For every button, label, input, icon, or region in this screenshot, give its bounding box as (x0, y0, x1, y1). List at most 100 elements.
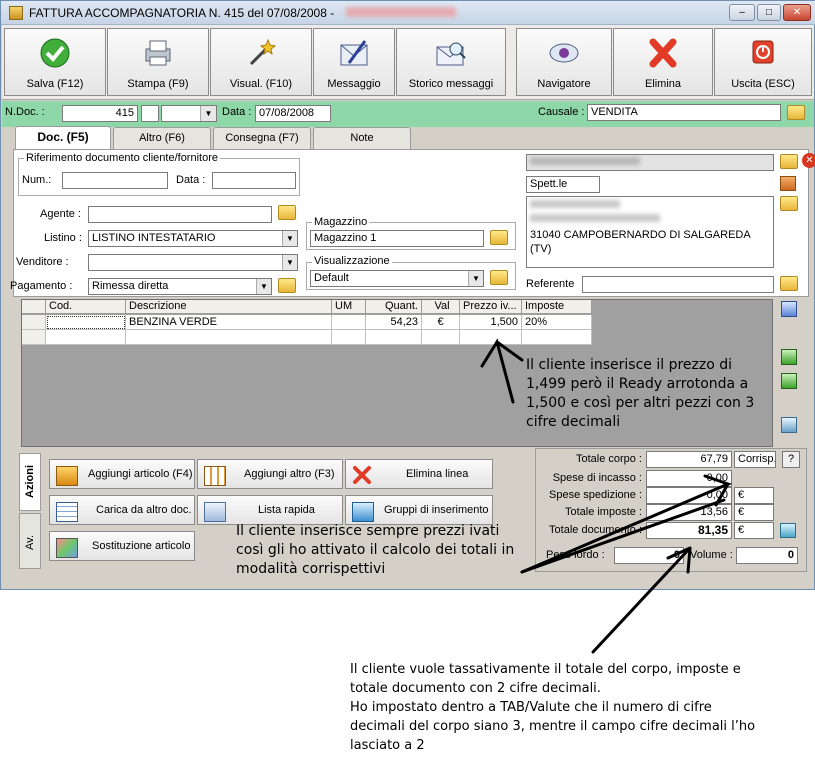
navigator-button[interactable]: Navigatore (516, 28, 612, 96)
address-folder-icon[interactable] (780, 196, 798, 211)
help-button[interactable]: ? (782, 451, 800, 468)
listino-select[interactable]: LISTINO INTESTATARIO (88, 230, 298, 247)
pagamento-folder-icon[interactable] (278, 278, 296, 293)
preview-button[interactable]: Visual. (F10) (210, 28, 312, 96)
table-cell-cod[interactable] (46, 330, 126, 345)
annotation-line: lasciato a 2 (350, 738, 425, 753)
print-button[interactable]: Stampa (F9) (107, 28, 209, 96)
table-row-selector[interactable] (22, 315, 46, 330)
tab-altro[interactable]: Altro (F6) (113, 127, 211, 149)
folder-icon[interactable] (787, 105, 805, 120)
table-cell-val[interactable] (422, 330, 460, 345)
grid-header-prezzo[interactable]: Prezzo iv... (460, 300, 522, 314)
add-item-button[interactable]: Aggiungi articolo (F4) (49, 459, 195, 489)
magazzino-folder-icon[interactable] (490, 230, 508, 245)
spese-spedizione-field[interactable]: 0,00 (646, 487, 732, 504)
pagamento-select[interactable]: Rimessa diretta (88, 278, 272, 295)
referente-field[interactable] (582, 276, 774, 293)
tab-consegna[interactable]: Consegna (F7) (213, 127, 311, 149)
table-cell-val[interactable]: € (422, 315, 460, 330)
venditore-select[interactable] (88, 254, 298, 271)
table-cell-quant[interactable]: 54,23 (366, 315, 422, 330)
table-cell-cod[interactable] (46, 315, 126, 330)
visualizzazione-folder-icon[interactable] (490, 270, 508, 285)
tab-av[interactable]: Av. (19, 513, 41, 569)
address-box[interactable]: 31040 CAMPOBERNARDO DI SALGAREDA (TV) (526, 196, 774, 268)
row-up-icon[interactable] (781, 349, 797, 365)
load-from-doc-button[interactable]: Carica da altro doc. (49, 495, 195, 525)
table-cell-um[interactable] (332, 315, 366, 330)
grid-header-quant[interactable]: Quant. (366, 300, 422, 314)
printer-icon (145, 40, 171, 66)
annotation-decimals: Il cliente vuole tassativamente il total… (350, 660, 755, 755)
ndoc-series-select[interactable]: ▼ (161, 105, 217, 122)
save-button[interactable]: Salva (F12) (4, 28, 106, 96)
close-button[interactable]: ✕ (783, 4, 811, 21)
table-cell-prezzo[interactable] (460, 330, 522, 345)
totale-documento-currency: € (734, 522, 774, 539)
table-row-selector[interactable] (22, 330, 46, 345)
customer-folder-icon[interactable] (780, 154, 798, 169)
visualizzazione-chevron-down-icon[interactable]: ▼ (468, 271, 483, 286)
totals-panel: Totale corpo : 67,79 Corrisp. ? Spese di… (535, 448, 807, 572)
ref-date-field[interactable] (212, 172, 296, 189)
spese-incasso-field[interactable]: 0,00 (646, 470, 732, 487)
row-down-icon[interactable] (781, 373, 797, 389)
minimize-button[interactable]: – (729, 4, 755, 21)
peso-lordo-field[interactable]: 0 (614, 547, 684, 564)
grid-header-um[interactable]: UM (332, 300, 366, 314)
magazzino-field[interactable]: Magazzino 1 (310, 230, 484, 247)
address-blurred-line-1 (530, 200, 620, 208)
table-cell-imposte[interactable] (522, 330, 592, 345)
maximize-button[interactable]: □ (757, 4, 781, 21)
delete-line-button[interactable]: Elimina linea (345, 459, 493, 489)
num-field[interactable] (62, 172, 168, 189)
volume-field[interactable]: 0 (736, 547, 798, 564)
tab-doc[interactable]: Doc. (F5) (15, 126, 111, 150)
annotation-line: decimali del corpo siano 3, mentre il ca… (350, 719, 756, 734)
message-button[interactable]: Messaggio (313, 28, 395, 96)
message-history-button[interactable]: Storico messaggi (396, 28, 506, 96)
table-cell-prezzo[interactable]: 1,500 (460, 315, 522, 330)
visualizzazione-select[interactable]: Default (310, 270, 484, 287)
person-icon[interactable] (780, 176, 796, 191)
calculator-icon[interactable] (780, 523, 796, 538)
table-cell-descrizione[interactable] (126, 330, 332, 345)
totale-documento-label: Totale documento : (549, 524, 642, 536)
table-cell-imposte[interactable]: 20% (522, 315, 592, 330)
clear-customer-icon[interactable]: ✕ (802, 153, 815, 168)
tab-av-label: Av. (24, 535, 36, 550)
causale-label: Causale : (538, 106, 585, 118)
table-cell-descrizione[interactable]: BENZINA VERDE (126, 315, 332, 330)
venditore-chevron-down-icon[interactable]: ▼ (282, 255, 297, 270)
refresh-icon[interactable] (781, 417, 797, 433)
grid-header-cod[interactable]: Cod. (46, 300, 126, 314)
delete-button[interactable]: Elimina (613, 28, 713, 96)
grid-header-val[interactable]: Val (422, 300, 460, 314)
tab-azioni[interactable]: Azioni (19, 453, 41, 511)
grid-header-imposte[interactable]: Imposte (522, 300, 592, 314)
table-cell-um[interactable] (332, 330, 366, 345)
quick-list-button[interactable]: Lista rapida (197, 495, 343, 525)
annotation-line: totale documento con 2 cifre decimali. (350, 681, 601, 696)
move-up-down-icon[interactable] (781, 301, 797, 317)
add-other-button[interactable]: Aggiungi altro (F3) (197, 459, 343, 489)
table-cell-quant[interactable] (366, 330, 422, 345)
causale-field[interactable]: VENDITA (587, 104, 781, 121)
replace-item-button[interactable]: Sostituzione articolo (49, 531, 195, 561)
date-field[interactable]: 07/08/2008 (255, 105, 331, 122)
ndoc-field[interactable]: 415 (62, 105, 138, 122)
pagamento-chevron-down-icon[interactable]: ▼ (256, 279, 271, 294)
salutation-field[interactable]: Spett.le (526, 176, 600, 193)
tab-note[interactable]: Note (313, 127, 411, 149)
delete-x-icon (353, 466, 371, 484)
grid-header-descrizione[interactable]: Descrizione (126, 300, 332, 314)
listino-chevron-down-icon[interactable]: ▼ (282, 231, 297, 246)
exit-button[interactable]: Uscita (ESC) (714, 28, 812, 96)
referente-folder-icon[interactable] (780, 276, 798, 291)
customer-name-field[interactable] (526, 154, 774, 171)
insert-groups-button[interactable]: Gruppi di inserimento (345, 495, 493, 525)
ndoc-suffix-field[interactable] (141, 105, 159, 122)
agente-field[interactable] (88, 206, 272, 223)
agente-folder-icon[interactable] (278, 205, 296, 220)
